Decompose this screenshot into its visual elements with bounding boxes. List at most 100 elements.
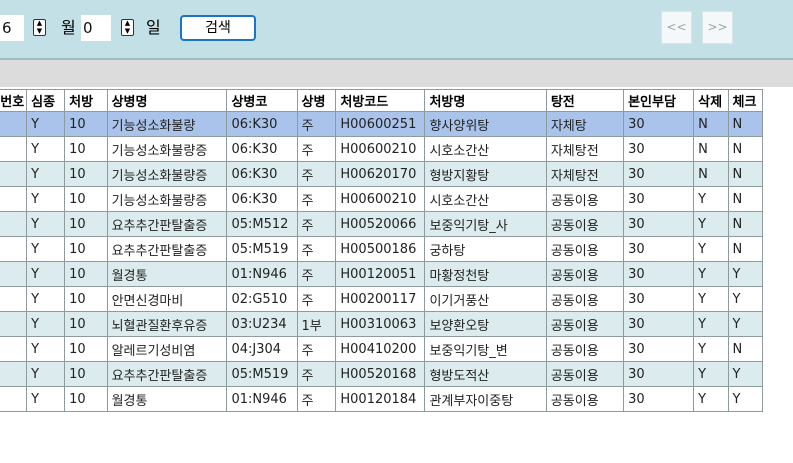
cell-check[interactable]: Y xyxy=(727,261,763,287)
cell-prescription-name[interactable]: 보중익기탕_사 xyxy=(424,211,547,237)
cell-disease-name[interactable]: 요추추간판탈출증 xyxy=(106,211,228,237)
cell-disease-name[interactable]: 기능성소화불량 xyxy=(106,111,228,137)
cell-check[interactable]: N xyxy=(727,336,763,362)
col-header-check[interactable]: 체크 xyxy=(727,89,763,112)
cell-decoction[interactable]: 공동이용 xyxy=(545,311,625,337)
cell-prescription[interactable]: 10 xyxy=(64,211,108,237)
cell-prescription-code[interactable]: H00520066 xyxy=(335,211,426,237)
cell-prescription-code[interactable]: H00600251 xyxy=(335,111,426,137)
cell-delete[interactable]: N xyxy=(693,111,729,137)
cell-prescription-code[interactable]: H00310063 xyxy=(335,311,426,337)
cell-simjong[interactable]: Y xyxy=(26,386,66,412)
cell-decoction[interactable]: 공동이용 xyxy=(545,261,625,287)
table-row[interactable]: Y 10 안면신경마비 02:G510 주 H00200117 이기거풍산 공동이용 30 Y Y xyxy=(0,286,763,312)
cell-disease-code[interactable]: 05:M519 xyxy=(226,361,298,387)
cell-disease-name[interactable]: 요추추간판탈출증 xyxy=(106,236,228,262)
cell-check[interactable]: N xyxy=(727,186,763,212)
cell-check[interactable]: Y xyxy=(727,311,763,337)
cell-delete[interactable]: Y xyxy=(693,211,729,237)
cell-delete[interactable]: Y xyxy=(693,386,729,412)
day-spinner[interactable]: ▲ ▼ xyxy=(121,19,134,36)
cell-disease-type[interactable]: 주 xyxy=(296,136,337,162)
cell-prescription[interactable]: 10 xyxy=(64,286,108,312)
cell-disease-name[interactable]: 안면신경마비 xyxy=(106,286,228,312)
cell-prescription-code[interactable]: H00120184 xyxy=(335,386,426,412)
cell-copay[interactable]: 30 xyxy=(623,386,695,412)
table-row[interactable]: Y 10 월경통 01:N946 주 H00120051 마황정천탕 공동이용 30 Y Y xyxy=(0,261,763,287)
table-row[interactable]: Y 10 기능성소화불량증 06:K30 주 H00620170 형방지황탕 자체탕전 30 N N xyxy=(0,161,763,187)
cell-no[interactable] xyxy=(0,261,28,287)
cell-copay[interactable]: 30 xyxy=(623,261,695,287)
cell-decoction[interactable]: 공동이용 xyxy=(545,211,625,237)
cell-delete[interactable]: Y xyxy=(693,311,729,337)
cell-delete[interactable]: Y xyxy=(693,186,729,212)
cell-simjong[interactable]: Y xyxy=(26,111,66,137)
spin-down-icon[interactable]: ▼ xyxy=(122,28,133,36)
table-row[interactable]: Y 10 기능성소화불량증 06:K30 주 H00600210 시호소간산 공동이용 30 Y N xyxy=(0,186,763,212)
cell-disease-code[interactable]: 01:N946 xyxy=(226,261,298,287)
cell-simjong[interactable]: Y xyxy=(26,336,66,362)
cell-prescription-name[interactable]: 시호소간산 xyxy=(424,136,547,162)
cell-disease-code[interactable]: 06:K30 xyxy=(226,186,298,212)
cell-prescription-name[interactable]: 보양환오탕 xyxy=(424,311,547,337)
table-row[interactable]: Y 10 기능성소화불량 06:K30 주 H00600251 향사양위탕 자체탕 30 N N xyxy=(0,111,763,137)
cell-decoction[interactable]: 공동이용 xyxy=(545,386,625,412)
col-header-copay[interactable]: 본인부담 xyxy=(623,89,695,112)
table-row[interactable]: Y 10 월경통 01:N946 주 H00120184 관계부자이중탕 공동이용 30 Y Y xyxy=(0,386,763,412)
cell-no[interactable] xyxy=(0,211,28,237)
cell-check[interactable]: N xyxy=(727,161,763,187)
cell-simjong[interactable]: Y xyxy=(26,361,66,387)
cell-prescription-code[interactable]: H00600210 xyxy=(335,186,426,212)
cell-copay[interactable]: 30 xyxy=(623,211,695,237)
cell-prescription-name[interactable]: 이기거풍산 xyxy=(424,286,547,312)
cell-disease-name[interactable]: 뇌혈관질환후유증 xyxy=(106,311,228,337)
cell-delete[interactable]: Y xyxy=(693,286,729,312)
cell-disease-code[interactable]: 05:M512 xyxy=(226,211,298,237)
table-row[interactable]: Y 10 알레르기성비염 04:J304 주 H00410200 보중익기탕_변 공동이용 30… xyxy=(0,336,763,362)
cell-prescription-code[interactable]: H00200117 xyxy=(335,286,426,312)
cell-no[interactable] xyxy=(0,111,28,137)
cell-prescription[interactable]: 10 xyxy=(64,111,108,137)
cell-prescription[interactable]: 10 xyxy=(64,361,108,387)
cell-prescription[interactable]: 10 xyxy=(64,236,108,262)
cell-prescription[interactable]: 10 xyxy=(64,336,108,362)
cell-disease-type[interactable]: 주 xyxy=(296,111,337,137)
cell-disease-code[interactable]: 04:J304 xyxy=(226,336,298,362)
cell-check[interactable]: Y xyxy=(727,361,763,387)
cell-decoction[interactable]: 공동이용 xyxy=(545,186,625,212)
cell-prescription-name[interactable]: 관계부자이중탕 xyxy=(424,386,547,412)
cell-prescription-name[interactable]: 마황정천탕 xyxy=(424,261,547,287)
cell-disease-name[interactable]: 월경통 xyxy=(106,261,228,287)
month-spinner[interactable]: ▲ ▼ xyxy=(33,19,46,36)
cell-copay[interactable]: 30 xyxy=(623,111,695,137)
table-row[interactable]: Y 10 요추추간판탈출증 05:M512 주 H00520066 보중익기탕_사 공동이용 3… xyxy=(0,211,763,237)
cell-copay[interactable]: 30 xyxy=(623,186,695,212)
cell-disease-name[interactable]: 요추추간판탈출증 xyxy=(106,361,228,387)
cell-disease-type[interactable]: 주 xyxy=(296,261,337,287)
cell-disease-code[interactable]: 01:N946 xyxy=(226,386,298,412)
col-header-disease-code[interactable]: 상병코 xyxy=(226,89,298,112)
cell-copay[interactable]: 30 xyxy=(623,161,695,187)
col-header-prescription[interactable]: 처방 xyxy=(64,89,108,112)
cell-check[interactable]: N xyxy=(727,136,763,162)
cell-prescription[interactable]: 10 xyxy=(64,261,108,287)
cell-disease-type[interactable]: 주 xyxy=(296,236,337,262)
cell-no[interactable] xyxy=(0,136,28,162)
cell-disease-type[interactable]: 주 xyxy=(296,361,337,387)
cell-disease-code[interactable]: 06:K30 xyxy=(226,111,298,137)
cell-prescription-name[interactable]: 보중익기탕_변 xyxy=(424,336,547,362)
cell-check[interactable]: N xyxy=(727,211,763,237)
cell-no[interactable] xyxy=(0,311,28,337)
cell-prescription-name[interactable]: 궁하탕 xyxy=(424,236,547,262)
cell-check[interactable]: N xyxy=(727,236,763,262)
cell-prescription[interactable]: 10 xyxy=(64,386,108,412)
cell-copay[interactable]: 30 xyxy=(623,136,695,162)
cell-simjong[interactable]: Y xyxy=(26,311,66,337)
cell-decoction[interactable]: 자체탕전 xyxy=(545,161,625,187)
cell-prescription-code[interactable]: H00500186 xyxy=(335,236,426,262)
cell-check[interactable]: N xyxy=(727,111,763,137)
cell-disease-name[interactable]: 기능성소화불량증 xyxy=(106,186,228,212)
cell-check[interactable]: Y xyxy=(727,386,763,412)
cell-simjong[interactable]: Y xyxy=(26,136,66,162)
col-header-simjong[interactable]: 심종 xyxy=(26,89,66,112)
